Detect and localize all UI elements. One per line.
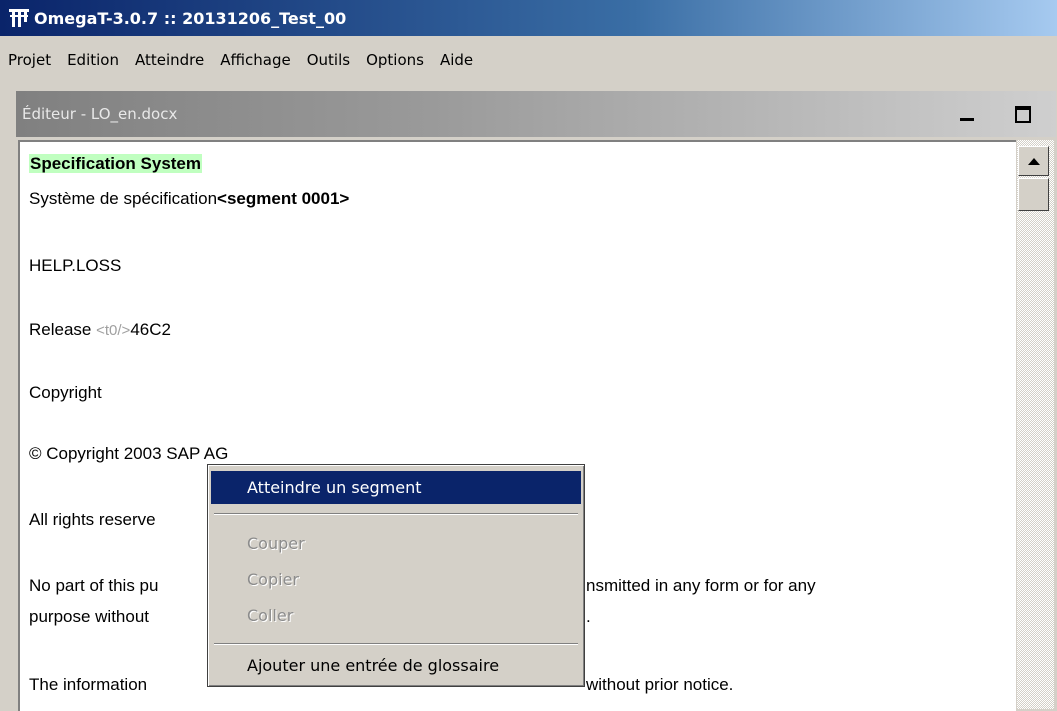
- segment-marker: <segment 0001>: [217, 189, 350, 208]
- editor-pane-title: Éditeur - LO_en.docx: [22, 105, 178, 123]
- menu-bar: Projet Edition Atteindre Affichage Outil…: [0, 36, 1057, 83]
- menu-item-go-to-segment[interactable]: Atteindre un segment: [211, 471, 581, 504]
- arrow-up-icon: [1027, 157, 1040, 165]
- segment-line-fragment[interactable]: nsmitted in any form or for any: [586, 576, 816, 596]
- segment-line-fragment[interactable]: without prior notice.: [586, 675, 733, 695]
- segment-line[interactable]: Release <t0/>46C2: [29, 320, 171, 340]
- menu-atteindre[interactable]: Atteindre: [127, 51, 212, 69]
- segment-line[interactable]: purpose without: [29, 607, 149, 627]
- menu-affichage[interactable]: Affichage: [212, 51, 298, 69]
- inline-tag: <t0/>: [96, 322, 131, 339]
- segment-line[interactable]: The information: [29, 675, 147, 695]
- menu-item-paste: Coller: [247, 606, 294, 625]
- segment-line[interactable]: © Copyright 2003 SAP AG: [29, 444, 228, 464]
- menu-aide[interactable]: Aide: [432, 51, 481, 69]
- context-menu: Atteindre un segment Couper Copier Colle…: [207, 464, 585, 687]
- active-segment-source[interactable]: Specification System: [29, 154, 203, 174]
- menu-outils[interactable]: Outils: [299, 51, 358, 69]
- minimize-icon[interactable]: [957, 103, 977, 123]
- window-titlebar[interactable]: OmegaT-3.0.7 :: 20131206_Test_00: [0, 0, 1057, 36]
- menu-projet[interactable]: Projet: [0, 51, 59, 69]
- segment-line[interactable]: No part of this pu: [29, 576, 158, 596]
- menu-edition[interactable]: Edition: [59, 51, 127, 69]
- menu-item-copy: Copier: [247, 570, 299, 589]
- editor-pane-header[interactable]: Éditeur - LO_en.docx: [16, 91, 1056, 137]
- vertical-scrollbar[interactable]: [1016, 140, 1054, 709]
- menu-separator: [214, 513, 578, 515]
- segment-line-fragment[interactable]: .: [586, 607, 591, 627]
- target-text: Système de spécification: [29, 189, 218, 208]
- segment-line[interactable]: HELP.LOSS: [29, 256, 121, 276]
- active-segment-target[interactable]: Système de spécification<segment 0001>: [29, 189, 349, 209]
- scroll-thumb[interactable]: [1018, 178, 1049, 211]
- menu-item-add-glossary-entry[interactable]: Ajouter une entrée de glossaire: [211, 649, 581, 682]
- menu-item-cut: Couper: [247, 534, 305, 553]
- scroll-up-button[interactable]: [1018, 146, 1049, 176]
- segment-line[interactable]: Copyright: [29, 383, 102, 403]
- menu-options[interactable]: Options: [358, 51, 432, 69]
- maximize-icon[interactable]: [1013, 103, 1033, 123]
- window-title: OmegaT-3.0.7 :: 20131206_Test_00: [34, 8, 347, 28]
- omegat-logo-icon: [8, 7, 30, 29]
- menu-separator: [214, 643, 578, 645]
- segment-line[interactable]: All rights reserve: [29, 510, 156, 530]
